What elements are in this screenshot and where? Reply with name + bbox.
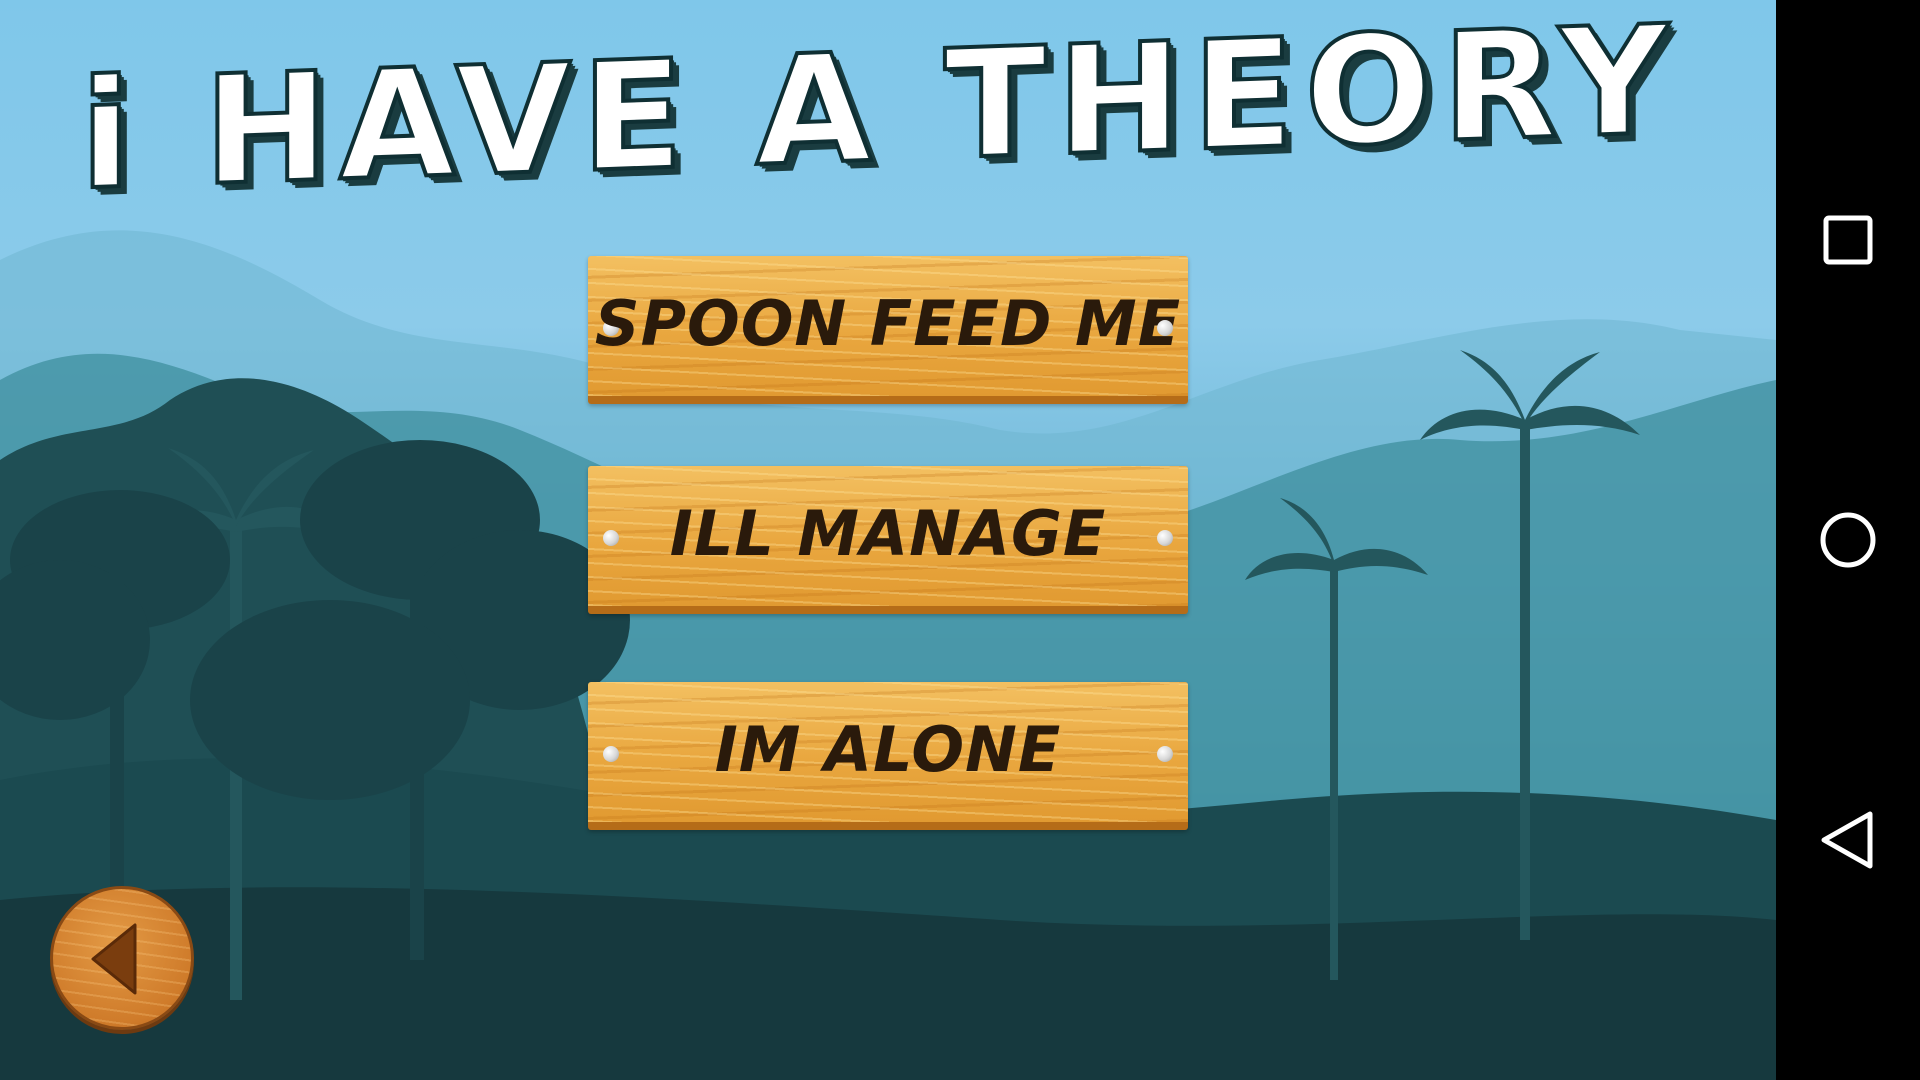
recent-apps-button[interactable] [1776, 168, 1920, 312]
nail-icon [1157, 320, 1173, 336]
im-alone-button[interactable]: IM ALONE [588, 682, 1188, 830]
button-label: IM ALONE [714, 713, 1062, 786]
back-arrow-icon [91, 923, 137, 995]
ill-manage-button[interactable]: ILL MANAGE [588, 466, 1188, 614]
home-button[interactable] [1776, 468, 1920, 612]
recent-apps-icon [1823, 215, 1873, 265]
button-label: SPOON FEED ME [594, 287, 1182, 360]
nail-icon [1157, 746, 1173, 762]
system-navigation-bar [1776, 0, 1920, 1080]
nail-icon [1157, 530, 1173, 546]
game-screen: i HAVE A THEORY SPOON FEED ME ILL MANAGE… [0, 0, 1776, 1080]
back-icon [1821, 811, 1873, 869]
spoon-feed-me-button[interactable]: SPOON FEED ME [588, 256, 1188, 404]
home-icon [1820, 512, 1876, 568]
back-button[interactable] [50, 886, 194, 1030]
system-back-button[interactable] [1776, 768, 1920, 912]
button-label: ILL MANAGE [669, 497, 1107, 570]
